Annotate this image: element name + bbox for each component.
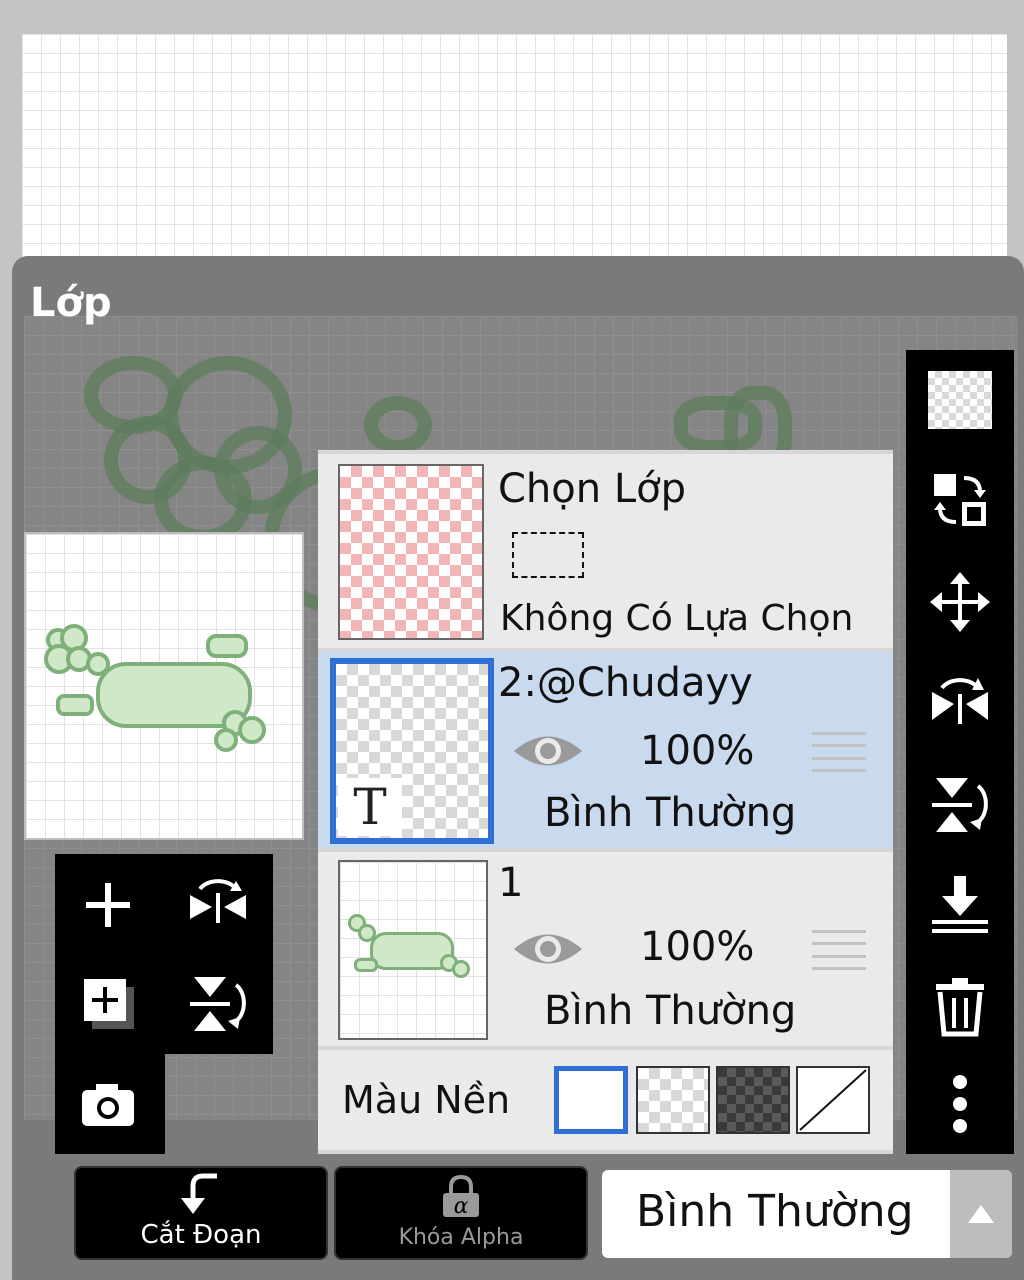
flip-vertical-button[interactable] xyxy=(183,968,253,1038)
artwork-decoration xyxy=(364,396,432,454)
layer-blend-mode: Bình Thường xyxy=(544,988,797,1034)
flip-horizontal-button[interactable] xyxy=(920,662,1000,742)
drawing-canvas[interactable] xyxy=(22,34,1007,274)
add-layer-icon xyxy=(86,883,130,927)
camera-icon xyxy=(82,1084,134,1126)
delete-layer-button[interactable] xyxy=(920,966,1000,1046)
blend-mode-select[interactable]: Bình Thường xyxy=(602,1170,1012,1258)
panel-title: Lớp xyxy=(30,280,112,326)
drag-handle-icon[interactable] xyxy=(812,930,866,970)
background-dark-swatch[interactable] xyxy=(716,1066,790,1134)
flip-horizontal-icon xyxy=(932,678,988,724)
layer-name: 1 xyxy=(498,860,524,906)
background-none-swatch[interactable] xyxy=(796,1066,870,1134)
clipping-button[interactable]: Cắt Đoạn xyxy=(74,1166,328,1260)
flip-horizontal-button[interactable] xyxy=(183,870,253,940)
selection-layer-row[interactable]: Chọn Lớp Không Có Lựa Chọn xyxy=(318,454,893,648)
trash-icon xyxy=(936,978,984,1037)
blend-mode-value: Bình Thường xyxy=(636,1186,914,1237)
preview-shape xyxy=(206,634,248,658)
background-transparent-swatch[interactable] xyxy=(636,1066,710,1134)
clip-arrow-icon xyxy=(181,1173,217,1214)
merge-down-button[interactable] xyxy=(920,864,1000,944)
artwork-preview xyxy=(24,532,304,840)
left-toolbar-extension xyxy=(55,1054,165,1154)
layer-row-2[interactable]: T 2:@Chudayy 100% Bình Thường xyxy=(318,652,893,848)
checker-icon xyxy=(928,371,992,429)
background-white-swatch[interactable] xyxy=(554,1066,628,1134)
clipping-label: Cắt Đoạn xyxy=(140,1220,262,1250)
layer-name: 2:@Chudayy xyxy=(498,660,753,706)
blend-mode-dropdown-button[interactable] xyxy=(950,1170,1012,1258)
triangle-up-icon xyxy=(968,1205,994,1223)
visibility-eye-icon[interactable] xyxy=(510,926,586,972)
duplicate-layer-icon xyxy=(84,979,134,1029)
thumbnail-shape xyxy=(452,960,470,978)
flip-vertical-icon xyxy=(932,778,988,832)
move-icon xyxy=(930,572,990,632)
lock-icon: α xyxy=(443,1175,479,1219)
selection-status: Không Có Lựa Chọn xyxy=(500,598,854,639)
flip-vertical-button[interactable] xyxy=(920,764,1000,844)
preview-shape xyxy=(214,728,238,752)
merge-down-icon xyxy=(932,876,988,933)
flip-horizontal-icon xyxy=(190,879,246,923)
more-options-button[interactable] xyxy=(920,1064,1000,1144)
layer-thumbnail: T xyxy=(330,658,494,844)
selection-thumbnail xyxy=(338,464,484,640)
flip-vertical-icon xyxy=(190,977,246,1031)
layer-list: Chọn Lớp Không Có Lựa Chọn T 2:@Chudayy … xyxy=(318,450,893,1154)
diagonal-slash-icon xyxy=(799,1069,867,1131)
thumbnail-shape xyxy=(354,958,378,972)
preview-shape xyxy=(56,694,94,716)
layer-opacity[interactable]: 100% xyxy=(640,924,754,970)
visibility-eye-icon[interactable] xyxy=(510,728,586,774)
drag-handle-icon[interactable] xyxy=(812,732,866,772)
layer-row-1[interactable]: 1 100% Bình Thường xyxy=(318,852,893,1046)
left-toolbar xyxy=(55,854,273,1054)
transparency-button[interactable] xyxy=(920,360,1000,440)
selection-marquee-icon xyxy=(512,532,584,578)
background-color-label: Màu Nền xyxy=(342,1078,511,1122)
duplicate-layer-button[interactable] xyxy=(73,968,143,1038)
text-layer-icon: T xyxy=(338,778,402,836)
more-icon xyxy=(953,1075,967,1133)
layer-opacity[interactable]: 100% xyxy=(640,728,754,774)
right-toolbar xyxy=(906,350,1014,1154)
alpha-lock-label: Khóa Alpha xyxy=(398,1225,524,1250)
swap-layer-button[interactable] xyxy=(920,460,1000,540)
import-photo-button[interactable] xyxy=(73,1070,143,1140)
add-layer-button[interactable] xyxy=(73,870,143,940)
alpha-lock-button[interactable]: α Khóa Alpha xyxy=(334,1166,588,1260)
svg-text:α: α xyxy=(454,1194,469,1219)
swap-icon xyxy=(934,474,986,526)
layer-thumbnail xyxy=(338,860,488,1040)
background-color-row: Màu Nền xyxy=(318,1050,893,1150)
layer-blend-mode: Bình Thường xyxy=(544,790,797,836)
move-button[interactable] xyxy=(920,562,1000,642)
preview-shape xyxy=(238,716,266,744)
selection-title: Chọn Lớp xyxy=(498,466,686,512)
